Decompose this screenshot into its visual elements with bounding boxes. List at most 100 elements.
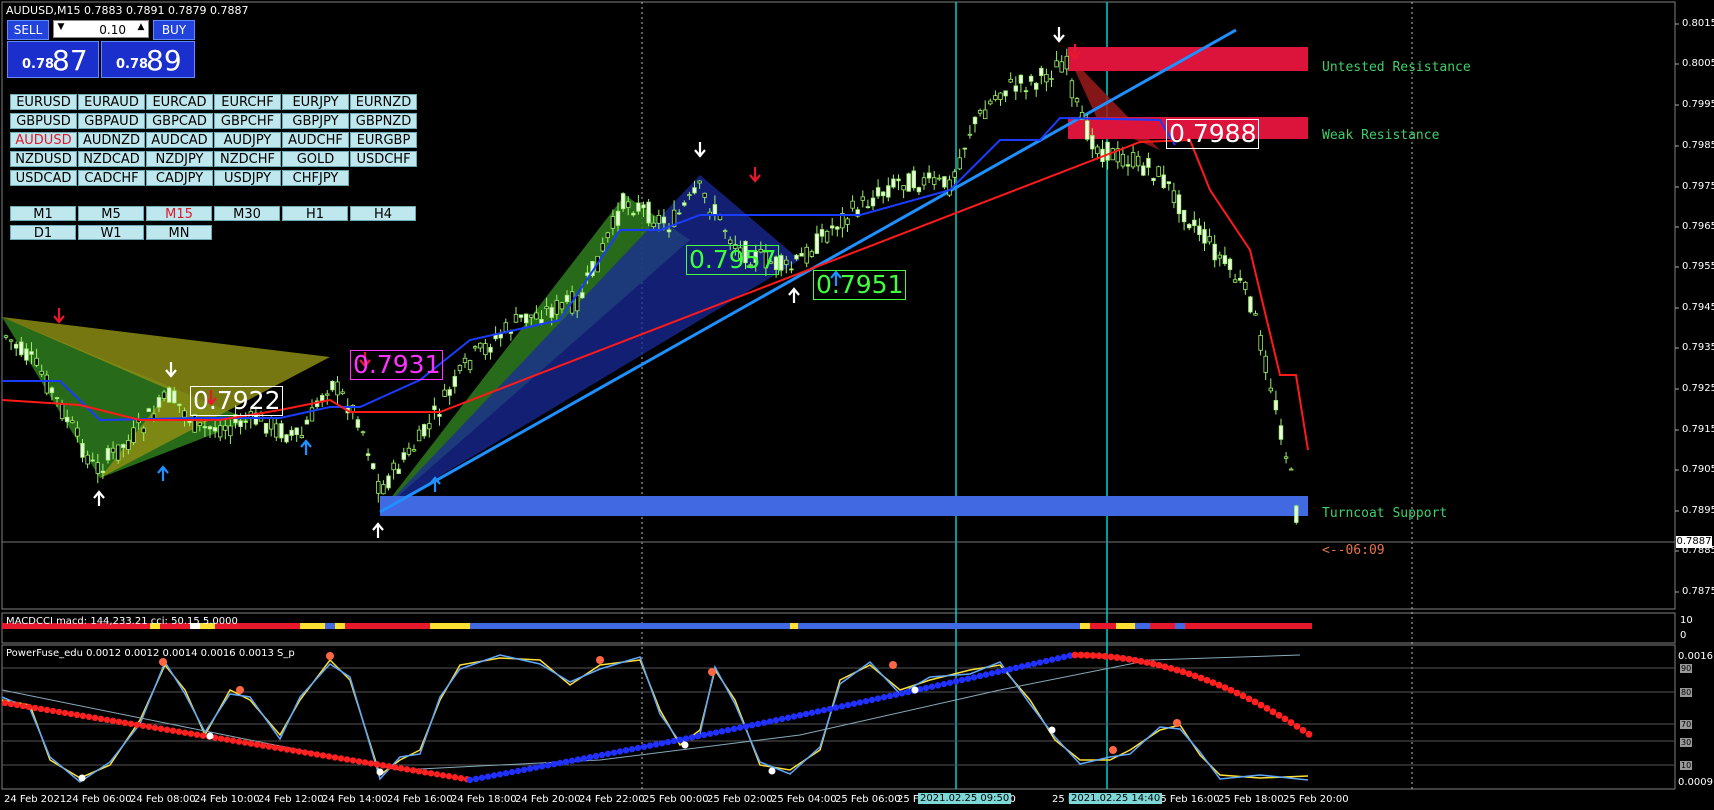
candle-body	[656, 214, 661, 224]
symbol-button-audchf[interactable]: AUDCHF	[282, 132, 349, 148]
candle-body	[457, 365, 463, 371]
powerfuse-dot-red	[1305, 730, 1313, 738]
powerfuse-dot-blue	[514, 767, 522, 775]
symbol-button-gbpnzd[interactable]: GBPNZD	[350, 113, 417, 129]
candle-body	[1294, 505, 1299, 523]
timeframe-button-m1[interactable]: M1	[10, 206, 76, 222]
symbol-button-gold[interactable]: GOLD	[282, 151, 349, 167]
candle-body	[202, 426, 208, 429]
symbol-button-eurnzd[interactable]: EURNZD	[350, 94, 417, 110]
symbol-button-euraud[interactable]: EURAUD	[78, 94, 145, 110]
time-tick-label: 24 Feb 08:00	[130, 794, 196, 805]
symbol-button-nzdchf[interactable]: NZDCHF	[214, 151, 281, 167]
symbol-button-usdjpy[interactable]: USDJPY	[214, 170, 281, 186]
powerfuse-dot-red	[223, 736, 231, 743]
time-tick-label: 24 Feb 12:00	[258, 794, 324, 805]
symbol-button-audcad[interactable]: AUDCAD	[146, 132, 213, 148]
symbol-button-gbpaud[interactable]: GBPAUD	[78, 113, 145, 129]
candle-body	[1059, 61, 1064, 73]
symbol-button-cadchf[interactable]: CADCHF	[78, 170, 145, 186]
powerfuse-dot-blue	[574, 756, 582, 763]
symbol-button-usdcad[interactable]: USDCAD	[10, 170, 77, 186]
powerfuse-dot-red	[1293, 722, 1301, 730]
candle-body	[1034, 82, 1039, 90]
candle-body	[977, 110, 983, 114]
time-tick-label: 25 Feb 06:00	[835, 794, 901, 805]
powerfuse-dot-red	[1119, 654, 1127, 662]
timeframe-button-w1[interactable]: W1	[78, 225, 144, 241]
candle-body	[121, 444, 126, 449]
symbol-button-eurcad[interactable]: EURCAD	[146, 94, 213, 110]
candle-body	[789, 268, 794, 271]
timeframe-button-d1[interactable]: D1	[10, 225, 76, 241]
candle-body	[396, 468, 401, 474]
powerfuse-dot-red	[1173, 666, 1181, 674]
symbol-button-eurusd[interactable]: EURUSD	[10, 94, 77, 110]
buy-price-button[interactable]: 0.78 89	[101, 41, 195, 78]
timeframe-button-m30[interactable]: M30	[214, 206, 280, 222]
sell-arrow-icon	[1053, 27, 1065, 43]
powerfuse-dot-red	[85, 713, 93, 721]
powerfuse-dot-blue	[622, 747, 630, 754]
candle-body	[381, 484, 386, 495]
timeframe-button-h1[interactable]: H1	[282, 206, 348, 222]
symbol-button-gbpusd[interactable]: GBPUSD	[10, 113, 77, 129]
symbol-button-audusd[interactable]: AUDUSD	[10, 132, 77, 148]
sell-price-button[interactable]: 0.78 87	[7, 41, 99, 78]
symbol-button-eurgbp[interactable]: EURGBP	[350, 132, 417, 148]
macdcci-segment	[790, 623, 798, 629]
candle-body	[911, 170, 916, 189]
timeframe-button-m15[interactable]: M15	[146, 206, 212, 222]
symbol-button-chfjpy[interactable]: CHFJPY	[282, 170, 349, 186]
powerfuse-dot-blue	[1048, 656, 1056, 663]
powerfuse-dot-blue	[814, 708, 822, 715]
candle-body	[427, 423, 432, 430]
lot-down-icon[interactable]: ▼	[55, 22, 67, 36]
buy-button[interactable]: BUY	[153, 20, 195, 40]
powerfuse-dot-red	[103, 716, 111, 724]
symbol-button-audjpy[interactable]: AUDJPY	[214, 132, 281, 148]
powerfuse-dot-blue	[1042, 657, 1050, 665]
powerfuse-signal-dot	[376, 768, 384, 776]
candle-body	[682, 202, 687, 206]
powerfuse-dot-blue	[802, 710, 810, 718]
powerfuse-dot-red	[1143, 659, 1151, 666]
candle-body	[916, 187, 922, 193]
symbol-button-eurjpy[interactable]: EURJPY	[282, 94, 349, 110]
symbol-button-eurchf[interactable]: EURCHF	[214, 94, 281, 110]
symbol-button-nzdusd[interactable]: NZDUSD	[10, 151, 77, 167]
powerfuse-dot-blue	[508, 768, 516, 776]
symbol-button-cadjpy[interactable]: CADJPY	[146, 170, 213, 186]
timeframe-button-h4[interactable]: H4	[350, 206, 416, 222]
powerfuse-scale-label: 80	[1680, 688, 1693, 697]
sell-button[interactable]: SELL	[7, 20, 49, 40]
symbol-button-nzdcad[interactable]: NZDCAD	[78, 151, 145, 167]
timeframe-button-m5[interactable]: M5	[78, 206, 144, 222]
time-tick-label: 24 Feb 20:00	[515, 794, 581, 805]
candle-body	[304, 419, 310, 425]
lot-up-icon[interactable]: ▲	[135, 22, 147, 36]
candle-body	[406, 447, 412, 455]
symbol-button-audnzd[interactable]: AUDNZD	[78, 132, 145, 148]
symbol-button-gbpjpy[interactable]: GBPJPY	[282, 113, 349, 129]
powerfuse-dot-red	[409, 767, 417, 774]
powerfuse-dot-blue	[598, 751, 606, 759]
candle-body	[626, 201, 631, 208]
timeframe-button-mn[interactable]: MN	[146, 225, 212, 241]
symbol-button-gbpcad[interactable]: GBPCAD	[146, 113, 213, 129]
candle-body	[1253, 313, 1258, 316]
bar-countdown: <--06:09	[1322, 543, 1385, 558]
candle-body	[559, 302, 565, 310]
powerfuse-dot-red	[115, 718, 123, 726]
weak-resistance-label: Weak Resistance	[1322, 128, 1440, 143]
powerfuse-dot-red	[253, 741, 261, 748]
powerfuse-signal-dot	[911, 686, 919, 694]
symbol-button-gbpchf[interactable]: GBPCHF	[214, 113, 281, 129]
symbol-button-usdchf[interactable]: USDCHF	[350, 151, 417, 167]
candle-body	[1018, 74, 1024, 84]
candle-body	[926, 172, 932, 179]
powerfuse-dot-red	[1191, 672, 1199, 680]
symbol-button-nzdjpy[interactable]: NZDJPY	[146, 151, 213, 167]
candle-body	[472, 346, 478, 349]
candle-body	[95, 462, 100, 474]
